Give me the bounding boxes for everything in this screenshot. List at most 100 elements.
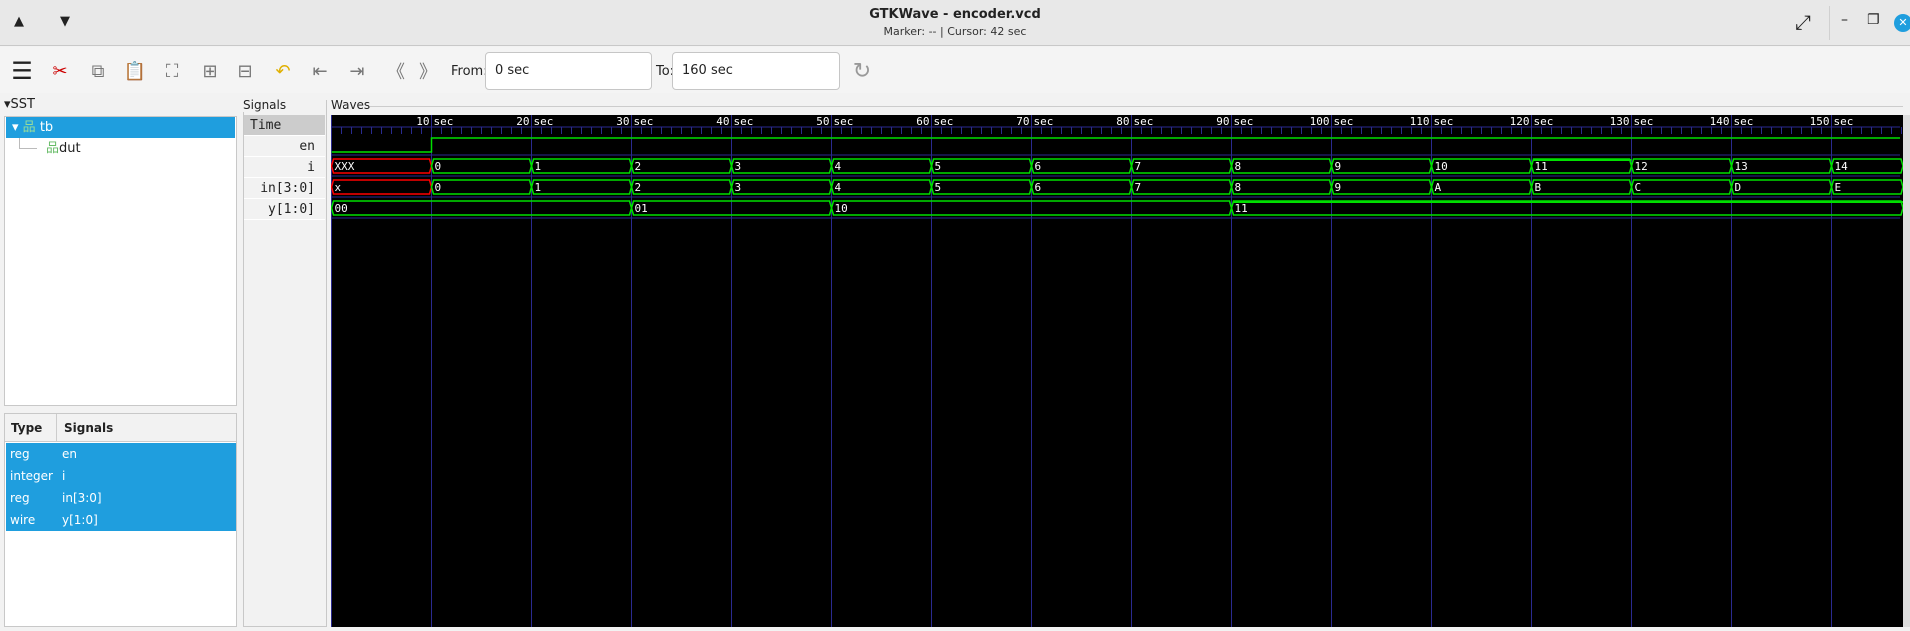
to-input[interactable]: 160 sec: [672, 52, 840, 90]
bus-segment: [430, 158, 533, 174]
time-tick-label: 20: [516, 115, 529, 128]
bus-segment: [330, 200, 633, 216]
bus-value-label: 11: [1235, 202, 1248, 215]
signal-row-y[interactable]: y[1:0]: [244, 199, 325, 220]
undo-icon[interactable]: ↶: [271, 59, 295, 83]
bus-value-label: 2: [635, 160, 642, 173]
vertical-scrollbar[interactable]: [1903, 115, 1910, 627]
jump-start-icon[interactable]: ⇤: [308, 59, 332, 83]
signal-type: reg: [10, 491, 30, 505]
waveform-view[interactable]: 010sec20sec30sec40sec50sec60sec70sec80se…: [323, 115, 1904, 627]
time-tick-label: 130: [1610, 115, 1630, 128]
time-unit-label: sec: [534, 115, 554, 128]
bus-segment: [930, 158, 1033, 174]
bus-value-label: x: [335, 181, 342, 194]
menu-icon[interactable]: ☰: [10, 57, 34, 85]
zoom-fit-icon[interactable]: ⛶: [160, 59, 184, 83]
paste-icon[interactable]: 📋: [123, 59, 147, 83]
bus-segment: [430, 179, 533, 195]
trace-en: [331, 137, 1900, 153]
bus-value-label: 11: [1535, 160, 1548, 173]
zoom-out-icon[interactable]: ⊟: [233, 59, 257, 83]
bus-value-label: 13: [1735, 160, 1748, 173]
bus-value-label: 1: [535, 160, 542, 173]
time-unit-label: sec: [1234, 115, 1254, 128]
column-header-type[interactable]: Type: [5, 414, 57, 442]
bus-segment: [830, 158, 933, 174]
signal-name: en: [62, 447, 77, 461]
list-item[interactable]: integer i: [6, 465, 236, 487]
bus-segment: [530, 179, 633, 195]
signal-row-i[interactable]: i: [244, 157, 325, 178]
minimize-button[interactable]: –: [1841, 12, 1848, 28]
bus-value-label: XXX: [335, 160, 355, 173]
fullscreen-icon[interactable]: ⤢: [1795, 10, 1811, 34]
bus-segment: [1730, 179, 1833, 195]
list-item[interactable]: wire y[1:0]: [6, 509, 236, 531]
bus-value-label: E: [1835, 181, 1842, 194]
reload-icon[interactable]: ↻: [850, 59, 874, 84]
bus-value-label: C: [1635, 181, 1642, 194]
time-tick-label: 140: [1710, 115, 1730, 128]
next-edge-icon[interactable]: 》: [416, 59, 440, 83]
tree-item-dut[interactable]: 品dut: [6, 138, 235, 159]
time-unit-label: sec: [1034, 115, 1054, 128]
bus-value-label: A: [1435, 181, 1442, 194]
time-tick-label: 40: [716, 115, 729, 128]
list-item[interactable]: reg in[3:0]: [6, 487, 236, 509]
bus-segment: [1230, 179, 1333, 195]
time-unit-label: sec: [1634, 115, 1654, 128]
jump-end-icon[interactable]: ⇥: [345, 59, 369, 83]
bus-value-label: 8: [1235, 181, 1242, 194]
signals-pane-label: Signals: [243, 98, 289, 112]
bus-value-label: 7: [1135, 181, 1142, 194]
list-item[interactable]: reg en: [6, 443, 236, 465]
bus-value-label: B: [1535, 181, 1542, 194]
zoom-in-icon[interactable]: ⊞: [198, 59, 222, 83]
signals-pane: Time en i in[3:0] y[1:0]: [243, 100, 327, 627]
bus-value-label: 4: [835, 181, 842, 194]
sst-tree: ▾ 品 tb 品dut: [4, 116, 237, 406]
bus-value-label: 4: [835, 160, 842, 173]
prev-edge-icon[interactable]: 《: [384, 59, 408, 83]
bus-segment: [1030, 158, 1133, 174]
waveform-canvas[interactable]: 010sec20sec30sec40sec50sec60sec70sec80se…: [323, 115, 1904, 627]
bus-value-label: 8: [1235, 160, 1242, 173]
close-button[interactable]: ✕: [1894, 14, 1910, 32]
signal-type: wire: [10, 513, 36, 527]
maximize-button[interactable]: ❐: [1867, 12, 1880, 28]
column-header-signals[interactable]: Signals: [57, 414, 236, 442]
signal-type: integer: [10, 469, 53, 483]
signal-row-en[interactable]: en: [244, 136, 325, 157]
bus-segment: [630, 158, 733, 174]
window-subtitle: Marker: -- | Cursor: 42 sec: [883, 25, 1027, 38]
time-label: Time: [244, 115, 325, 136]
bus-value-label: D: [1735, 181, 1742, 194]
expander-icon: ▾: [12, 120, 19, 135]
bus-value-label: 10: [835, 202, 848, 215]
time-unit-label: sec: [934, 115, 954, 128]
window-title: GTKWave - encoder.vcd: [869, 7, 1041, 22]
bus-value-label: 5: [935, 181, 942, 194]
from-input[interactable]: 0 sec: [485, 52, 652, 90]
time-unit-label: sec: [1134, 115, 1154, 128]
signal-row-in[interactable]: in[3:0]: [244, 178, 325, 199]
bus-segment: [1330, 179, 1433, 195]
bus-value-label: 01: [635, 202, 648, 215]
bus-segment: [1130, 158, 1233, 174]
copy-icon[interactable]: ⧉: [86, 59, 110, 83]
bus-segment: [930, 179, 1033, 195]
bus-value-label: 14: [1835, 160, 1849, 173]
bus-segment: [730, 158, 833, 174]
sst-header[interactable]: ▾SST: [4, 97, 35, 112]
bus-segment: [1630, 179, 1733, 195]
time-unit-label: sec: [834, 115, 854, 128]
cut-icon[interactable]: ✂: [48, 59, 72, 83]
time-tick-label: 110: [1410, 115, 1430, 128]
bus-segment: [330, 179, 433, 195]
time-unit-label: sec: [434, 115, 454, 128]
bus-segment: [1030, 179, 1133, 195]
waves-pane-label: Waves: [331, 98, 371, 112]
tree-item-tb[interactable]: ▾ 品 tb: [6, 117, 235, 138]
toolbar: ☰ ✂ ⧉ 📋 ⛶ ⊞ ⊟ ↶ ⇤ ⇥ 《 》 From: 0 sec To: …: [0, 47, 1910, 93]
